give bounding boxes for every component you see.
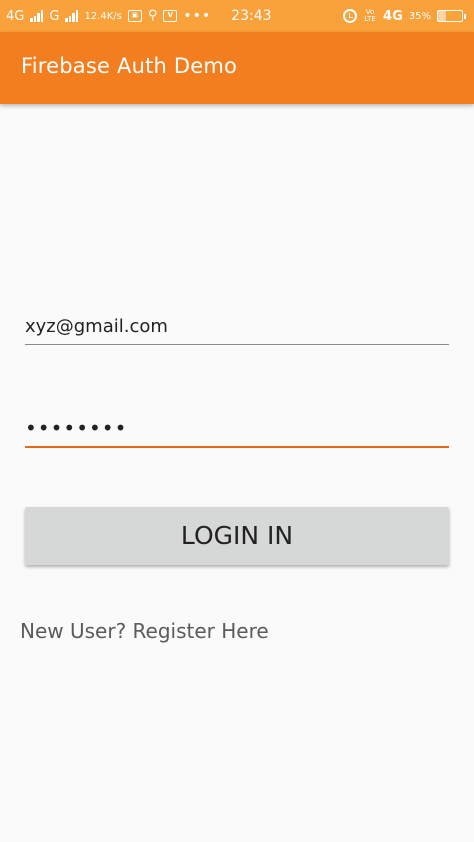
battery-tip [464,13,466,19]
vpn-icon: V [163,10,178,22]
alarm-icon [343,9,358,23]
network-type-1: 4G [6,8,25,24]
battery-body: ⚡ [437,10,463,22]
charging-bolt-icon: ⚡ [446,10,454,20]
password-input[interactable] [25,413,449,443]
status-bar-left: 4G G 12.4K/s ▣ ⚲ V ••• 23:43 [6,8,272,24]
register-link[interactable]: New User? Register Here [20,619,269,643]
data-speed: 12.4K/s [84,10,122,22]
status-bar-right: Vo LTE 4G 35% ⚡ [343,9,466,24]
app-bar: Firebase Auth Demo [0,32,474,104]
password-field-container [25,413,449,448]
clock: 23:43 [231,8,272,24]
volte-line-2: LTE [364,15,376,23]
network-type-3: 4G [383,8,403,24]
battery-percent: 35% [408,10,431,22]
email-field-container [25,312,449,345]
signal-icon [30,10,44,22]
image-icon: ▣ [127,10,142,22]
more-icon: ••• [183,8,212,24]
usb-icon: ⚲ [147,8,158,23]
login-button[interactable]: LOGIN IN [25,507,449,565]
status-bar: 4G G 12.4K/s ▣ ⚲ V ••• 23:43 Vo LTE 4G 3… [0,0,474,32]
battery-charging-icon: ⚡ [437,10,466,22]
email-input[interactable] [25,312,449,342]
app-title: Firebase Auth Demo [21,54,238,78]
volte-indicator: Vo LTE [363,9,377,23]
signal-icon-2 [65,10,79,22]
network-type-2: G [49,8,60,24]
